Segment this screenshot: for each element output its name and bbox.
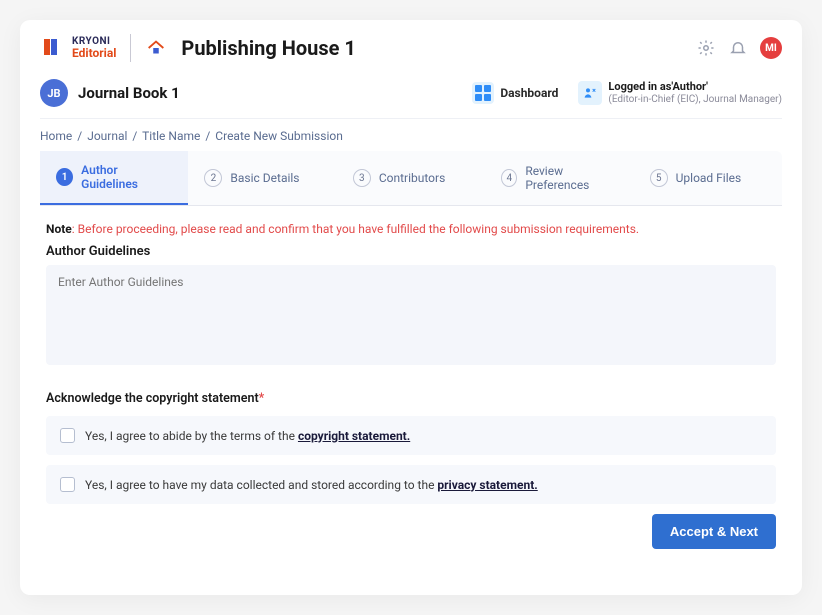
- privacy-prefix: Yes, I agree to have my data collected a…: [85, 478, 437, 492]
- note-line: Note: Before proceeding, please read and…: [46, 222, 776, 236]
- login-text: Logged in as'Author' (Editor-in-Chief (E…: [608, 80, 782, 105]
- tab-number: 5: [650, 169, 668, 187]
- login-status: Logged in as'Author' (Editor-in-Chief (E…: [578, 80, 782, 105]
- dashboard-button[interactable]: Dashboard: [466, 78, 564, 108]
- house-icon: [145, 37, 167, 59]
- author-guidelines-input[interactable]: [46, 265, 776, 365]
- journal-badge: JB: [40, 79, 68, 107]
- dashboard-label: Dashboard: [500, 86, 558, 100]
- tab-author-guidelines[interactable]: 1 Author Guidelines: [40, 151, 188, 205]
- brand-text: KRYONI Editorial: [72, 36, 116, 60]
- user-role-icon: [578, 81, 602, 105]
- tab-number: 2: [204, 169, 222, 187]
- breadcrumb-item[interactable]: Home: [40, 129, 72, 143]
- breadcrumb: Home / Journal / Title Name / Create New…: [40, 119, 782, 151]
- tab-label: Basic Details: [230, 171, 299, 185]
- breadcrumb-item[interactable]: Journal: [87, 129, 127, 143]
- breadcrumb-separator: /: [132, 129, 137, 143]
- breadcrumb-item[interactable]: Create New Submission: [215, 129, 343, 143]
- tab-basic-details[interactable]: 2 Basic Details: [188, 157, 336, 199]
- tab-review-preferences[interactable]: 4 Review Preferences: [485, 152, 633, 204]
- user-avatar[interactable]: MI: [760, 37, 782, 59]
- login-line1: Logged in as'Author': [608, 80, 782, 93]
- brand-logo[interactable]: KRYONI Editorial: [40, 36, 116, 60]
- journal-title: Journal Book 1: [78, 84, 180, 102]
- ack-label-text: Acknowledge the copyright statement: [46, 391, 259, 406]
- bell-icon: [729, 39, 747, 57]
- gear-icon: [697, 39, 715, 57]
- copyright-ack-row: Yes, I agree to abide by the terms of th…: [46, 416, 776, 455]
- copyright-statement-link[interactable]: copyright statement.: [298, 429, 410, 443]
- settings-button[interactable]: [696, 38, 716, 58]
- tab-upload-files[interactable]: 5 Upload Files: [634, 157, 782, 199]
- app-card: KRYONI Editorial Publishing House 1 MI: [20, 20, 802, 595]
- subbar: JB Journal Book 1 Dashboard Logged in as…: [40, 72, 782, 119]
- breadcrumb-separator: /: [205, 129, 210, 143]
- ack-section-label: Acknowledge the copyright statement*: [46, 391, 776, 406]
- privacy-checkbox[interactable]: [60, 477, 75, 492]
- login-line2: (Editor-in-Chief (EIC), Journal Manager): [608, 94, 782, 106]
- privacy-statement-link[interactable]: privacy statement.: [437, 478, 537, 492]
- divider: [130, 34, 131, 62]
- brand-line2: Editorial: [72, 47, 116, 60]
- copyright-text: Yes, I agree to abide by the terms of th…: [85, 429, 410, 443]
- dashboard-icon: [472, 82, 494, 104]
- topbar-right: MI: [696, 37, 782, 59]
- tab-label: Upload Files: [676, 171, 742, 185]
- notifications-button[interactable]: [728, 38, 748, 58]
- guidelines-section-label: Author Guidelines: [46, 244, 776, 259]
- tab-label: Author Guidelines: [81, 163, 172, 191]
- publishing-house-title: Publishing House 1: [181, 36, 355, 60]
- wizard-tabs: 1 Author Guidelines 2 Basic Details 3 Co…: [40, 151, 782, 206]
- topbar: KRYONI Editorial Publishing House 1 MI: [40, 34, 782, 72]
- footer-row: Accept & Next: [46, 514, 776, 549]
- tab-contributors[interactable]: 3 Contributors: [337, 157, 485, 199]
- privacy-text: Yes, I agree to have my data collected a…: [85, 478, 538, 492]
- copyright-prefix: Yes, I agree to abide by the terms of th…: [85, 429, 298, 443]
- tab-number: 1: [56, 168, 73, 186]
- breadcrumb-item[interactable]: Title Name: [142, 129, 200, 143]
- tab-label: Review Preferences: [525, 164, 617, 192]
- subbar-right: Dashboard Logged in as'Author' (Editor-i…: [466, 78, 782, 108]
- book-icon: [40, 36, 64, 60]
- note-body: : Before proceeding, please read and con…: [72, 222, 639, 236]
- accept-next-button[interactable]: Accept & Next: [652, 514, 776, 549]
- tab-label: Contributors: [379, 171, 445, 185]
- required-marker: *: [259, 391, 265, 406]
- breadcrumb-separator: /: [77, 129, 82, 143]
- copyright-checkbox[interactable]: [60, 428, 75, 443]
- tab-number: 3: [353, 169, 371, 187]
- tab-number: 4: [501, 169, 517, 187]
- note-label: Note: [46, 222, 72, 236]
- privacy-ack-row: Yes, I agree to have my data collected a…: [46, 465, 776, 504]
- tab-content: Note: Before proceeding, please read and…: [40, 206, 782, 549]
